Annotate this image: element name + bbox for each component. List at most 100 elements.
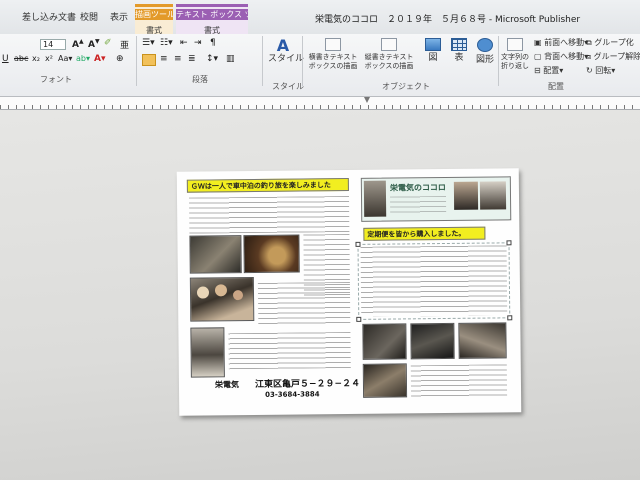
vertical-text-box-icon [381, 38, 397, 51]
line-spacing-icon[interactable]: ↕▾ [206, 54, 218, 64]
character-spacing-icon[interactable]: ⊕ [116, 54, 124, 64]
columns-icon[interactable]: ▥ [226, 54, 235, 64]
align-button[interactable]: ⊟ 配置▾ [534, 66, 563, 76]
shapes-icon [477, 38, 493, 52]
newsletter-logo-block[interactable]: 栄電気のココロ [360, 176, 512, 222]
left-heading-text: ＧＷは一人で車中泊の釣り旅を楽しみました [190, 181, 331, 191]
left-body-text[interactable] [189, 195, 350, 234]
underline-icon[interactable]: U [2, 54, 9, 64]
window-title: 栄電気のココロ ２０１９年 ５月６８号 - Microsoft Publishe… [315, 15, 581, 25]
ungroup-button[interactable]: ⧈ グループ解除 [586, 52, 640, 62]
send-backward-button[interactable]: ▢ 背面へ移動▾ [534, 52, 588, 62]
phonetic-icon[interactable]: 亜 [120, 38, 129, 51]
strikethrough-icon[interactable]: abc [14, 54, 28, 63]
subscript-icon[interactable]: x₂ [32, 54, 40, 63]
shop-address: 江東区亀戸５−２９−２４ [254, 378, 361, 390]
font-size-value: 14 [43, 40, 54, 49]
shrink-font-icon[interactable]: A▼ [88, 38, 100, 50]
table-icon [451, 38, 467, 51]
bullets-icon[interactable]: ☰▾ [142, 38, 155, 48]
horizontal-ruler[interactable] [0, 97, 640, 110]
resize-handle[interactable] [355, 241, 361, 247]
tab-review[interactable]: 校閲 [80, 10, 98, 23]
draw-text-box-label: 横書きテキスト ボックスの描画 [308, 53, 358, 70]
person-face-icon [196, 286, 210, 299]
logo-subtext [390, 195, 447, 215]
right-heading[interactable]: 定期便を皆から購入しました。 [363, 226, 486, 241]
left-heading[interactable]: ＧＷは一人で車中泊の釣り旅を楽しみました [186, 177, 349, 193]
tab-view[interactable]: 表示 [110, 10, 128, 23]
align-left-icon[interactable] [142, 54, 156, 66]
right-text-box[interactable] [355, 240, 513, 322]
wrap-text-button[interactable]: 文字列の折り返し [500, 38, 530, 71]
align-label: 配置 [543, 66, 560, 75]
shop-phone: 03-3684-3884 [265, 390, 320, 399]
justify-icon[interactable]: ≣ [188, 54, 196, 64]
photo-room[interactable] [458, 322, 507, 359]
workspace[interactable]: ＧＷは一人で車中泊の釣り旅を楽しみました 栄電気 江東区亀戸５−２９−２４ 03… [0, 110, 640, 480]
text-box-icon [325, 38, 341, 51]
font-color-icon[interactable]: A▾ [94, 54, 105, 64]
rotate-button[interactable]: ↻ 回転▾ [586, 66, 615, 76]
table-button[interactable]: 表 [446, 38, 472, 63]
separator [262, 36, 263, 86]
grow-font-icon[interactable]: A▲ [72, 38, 84, 50]
draw-vertical-text-box-button[interactable]: 縦書きテキスト ボックスの描画 [362, 38, 416, 71]
shop-name: 栄電気 [214, 380, 240, 390]
objects-group-label: オブジェクト [382, 82, 430, 91]
shapes-label: 図形 [475, 55, 494, 65]
clear-format-icon[interactable]: ✐ [104, 38, 112, 48]
tab-mailings[interactable]: 差し込み文書 [22, 10, 76, 23]
styles-button[interactable]: A スタイル [268, 38, 304, 65]
numbering-icon[interactable]: ☷▾ [160, 38, 173, 48]
textbox-tools-group: テキスト ボックス ツール 書式 [176, 4, 248, 35]
logo-title: 栄電気のココロ [389, 182, 446, 193]
font-size-box[interactable]: 14 [40, 39, 66, 50]
ribbon: 14 A▲ A▼ ✐ 亜 U abc x₂ x² Aa▾ ab▾ A▾ ⊕ フォ… [0, 34, 640, 97]
increase-indent-icon[interactable]: ⇥ [194, 38, 202, 48]
owner-photo [363, 180, 387, 217]
styles-button-label: スタイル [268, 54, 305, 64]
indent-marker-icon[interactable] [364, 97, 370, 103]
picture-button[interactable]: 図 [420, 38, 446, 63]
wrap-text-icon [507, 38, 523, 51]
superscript-icon[interactable]: x² [45, 54, 53, 63]
photo-person[interactable] [190, 327, 225, 378]
shapes-button[interactable]: 図形 [472, 38, 498, 65]
photo-equipment[interactable] [362, 363, 408, 398]
left-bottom-text[interactable] [228, 331, 351, 370]
paragraph-group-label: 段落 [192, 75, 208, 84]
group-button[interactable]: ⧉ グループ化 [586, 38, 634, 48]
newsletter-page[interactable]: ＧＷは一人で車中泊の釣り旅を楽しみました 栄電気 江東区亀戸５−２９−２４ 03… [176, 168, 522, 416]
photo-shelf[interactable] [362, 323, 407, 360]
right-heading-text: 定期便を皆から購入しました。 [367, 229, 466, 239]
separator [136, 36, 137, 86]
font-group-label: フォント [40, 75, 72, 84]
right-bottom-text[interactable] [410, 364, 508, 398]
align-right-icon[interactable]: ≡ [174, 54, 182, 64]
person-face-icon [232, 290, 244, 301]
rotate-icon: ↻ [586, 66, 596, 75]
send-backward-label: 背面へ移動 [544, 52, 585, 61]
draw-text-box-button[interactable]: 横書きテキスト ボックスの描画 [306, 38, 360, 71]
photo-group[interactable] [189, 276, 255, 322]
left-mid-text[interactable] [257, 281, 351, 325]
bring-forward-icon: ▣ [534, 38, 545, 47]
separator [498, 36, 499, 86]
change-case-icon[interactable]: Aa▾ [58, 54, 72, 63]
photo-cabinet[interactable] [410, 322, 455, 360]
highlight-icon[interactable]: ab▾ [76, 54, 90, 63]
resize-handle[interactable] [506, 240, 512, 246]
styles-group-label: スタイル [272, 82, 304, 91]
align-center-icon[interactable]: ≡ [160, 54, 168, 64]
bring-forward-button[interactable]: ▣ 前面へ移動▾ [534, 38, 588, 48]
photo-car-interior[interactable] [189, 235, 242, 274]
resize-handle[interactable] [507, 315, 513, 321]
separator [302, 36, 303, 86]
resize-handle[interactable] [356, 316, 362, 322]
paragraph-mark-icon[interactable]: ¶ [210, 38, 216, 48]
bring-forward-label: 前面へ移動 [544, 38, 585, 47]
decrease-indent-icon[interactable]: ⇤ [180, 38, 188, 48]
photo-food[interactable] [243, 234, 300, 274]
arrange-group-label: 配置 [548, 82, 564, 91]
